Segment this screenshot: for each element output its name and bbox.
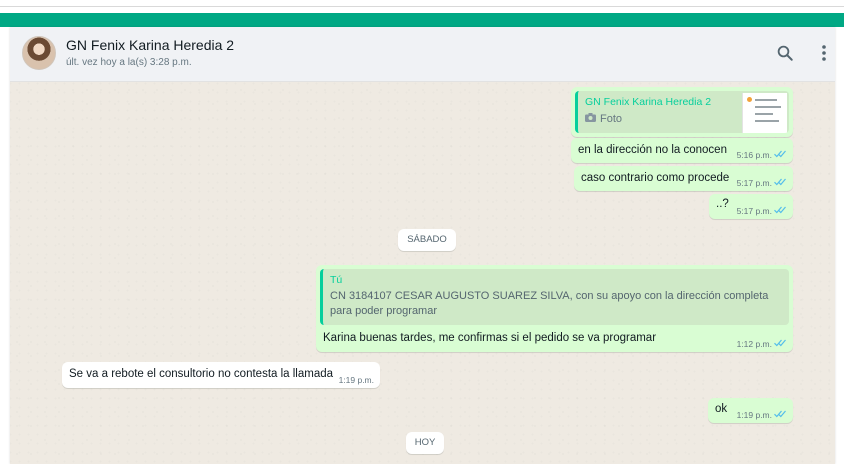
last-seen-status: últ. vez hoy a la(s) 3:28 p.m. — [66, 57, 192, 68]
quoted-message[interactable]: GN Fenix Karina Heredia 2 Foto — [575, 91, 789, 133]
avatar[interactable] — [22, 36, 56, 70]
message-text: caso contrario como procede — [581, 172, 730, 184]
app-top-band — [0, 13, 844, 27]
thumbnail-line — [755, 106, 781, 108]
incoming-message-bubble[interactable]: Se va a rebote el consultorio no contest… — [62, 362, 380, 388]
message-text: Se va a rebote el consultorio no contest… — [69, 368, 334, 380]
message-meta: 1:19 p.m. — [737, 410, 787, 420]
message-time: 5:17 p.m. — [736, 178, 772, 188]
message-meta: 5:17 p.m. — [737, 178, 787, 188]
read-ticks-icon — [774, 150, 787, 160]
camera-icon — [585, 113, 596, 125]
date-divider: HOY — [406, 432, 444, 454]
thumbnail-logo-dot — [747, 97, 752, 102]
message-time: 1:19 p.m. — [736, 410, 772, 420]
message-text: ok — [715, 403, 728, 415]
thumbnail-line — [755, 120, 779, 122]
message-time: 5:16 p.m. — [736, 150, 772, 160]
message-text: en la dirección no la conocen — [578, 144, 727, 156]
message-meta: 5:16 p.m. — [737, 150, 787, 160]
message-meta: 5:17 p.m. — [737, 206, 787, 216]
read-ticks-icon — [774, 178, 787, 188]
quote-photo-text: Foto — [600, 113, 623, 125]
message-bubble[interactable]: caso contrario como procede 5:17 p.m. — [574, 166, 793, 191]
thumbnail-line — [755, 99, 777, 101]
reply-message-bubble[interactable]: Tú CN 3184107 CESAR AUGUSTO SUAREZ SILVA… — [316, 265, 793, 352]
quote-author: GN Fenix Karina Heredia 2 — [585, 96, 712, 108]
message-bubble[interactable]: en la dirección no la conocen 5:16 p.m. — [571, 138, 793, 163]
message-meta: 1:12 p.m. — [737, 339, 787, 349]
quote-photo-label: Foto — [585, 113, 622, 125]
message-bubble[interactable]: ..? 5:17 p.m. — [709, 194, 793, 219]
message-meta: 1:19 p.m. — [339, 375, 374, 385]
quoted-photo-bubble[interactable]: GN Fenix Karina Heredia 2 Foto — [571, 87, 793, 137]
contact-name[interactable]: GN Fenix Karina Heredia 2 — [66, 37, 234, 53]
message-text: ..? — [716, 198, 729, 210]
chat-window: GN Fenix Karina Heredia 2 últ. vez hoy a… — [10, 27, 835, 464]
thumbnail-line — [755, 113, 773, 115]
photo-thumbnail[interactable] — [742, 93, 787, 133]
search-icon[interactable] — [775, 43, 795, 63]
kebab-menu-icon[interactable] — [814, 43, 834, 63]
quoted-message[interactable]: Tú CN 3184107 CESAR AUGUSTO SUAREZ SILVA… — [320, 269, 789, 325]
read-ticks-icon — [774, 410, 787, 420]
browser-top-rule — [0, 6, 844, 7]
quote-author: Tú — [330, 274, 343, 286]
message-time: 1:19 p.m. — [338, 375, 374, 385]
message-time: 5:17 p.m. — [736, 206, 772, 216]
date-divider: SÁBADO — [398, 229, 456, 251]
chat-header[interactable]: GN Fenix Karina Heredia 2 últ. vez hoy a… — [10, 27, 835, 82]
quote-text: CN 3184107 CESAR AUGUSTO SUAREZ SILVA, c… — [330, 290, 769, 317]
message-time: 1:12 p.m. — [736, 339, 772, 349]
message-bubble[interactable]: ok 1:19 p.m. — [708, 398, 793, 423]
read-ticks-icon — [774, 339, 787, 349]
message-text: Karina buenas tardes, me confirmas si el… — [323, 332, 657, 344]
read-ticks-icon — [774, 206, 787, 216]
